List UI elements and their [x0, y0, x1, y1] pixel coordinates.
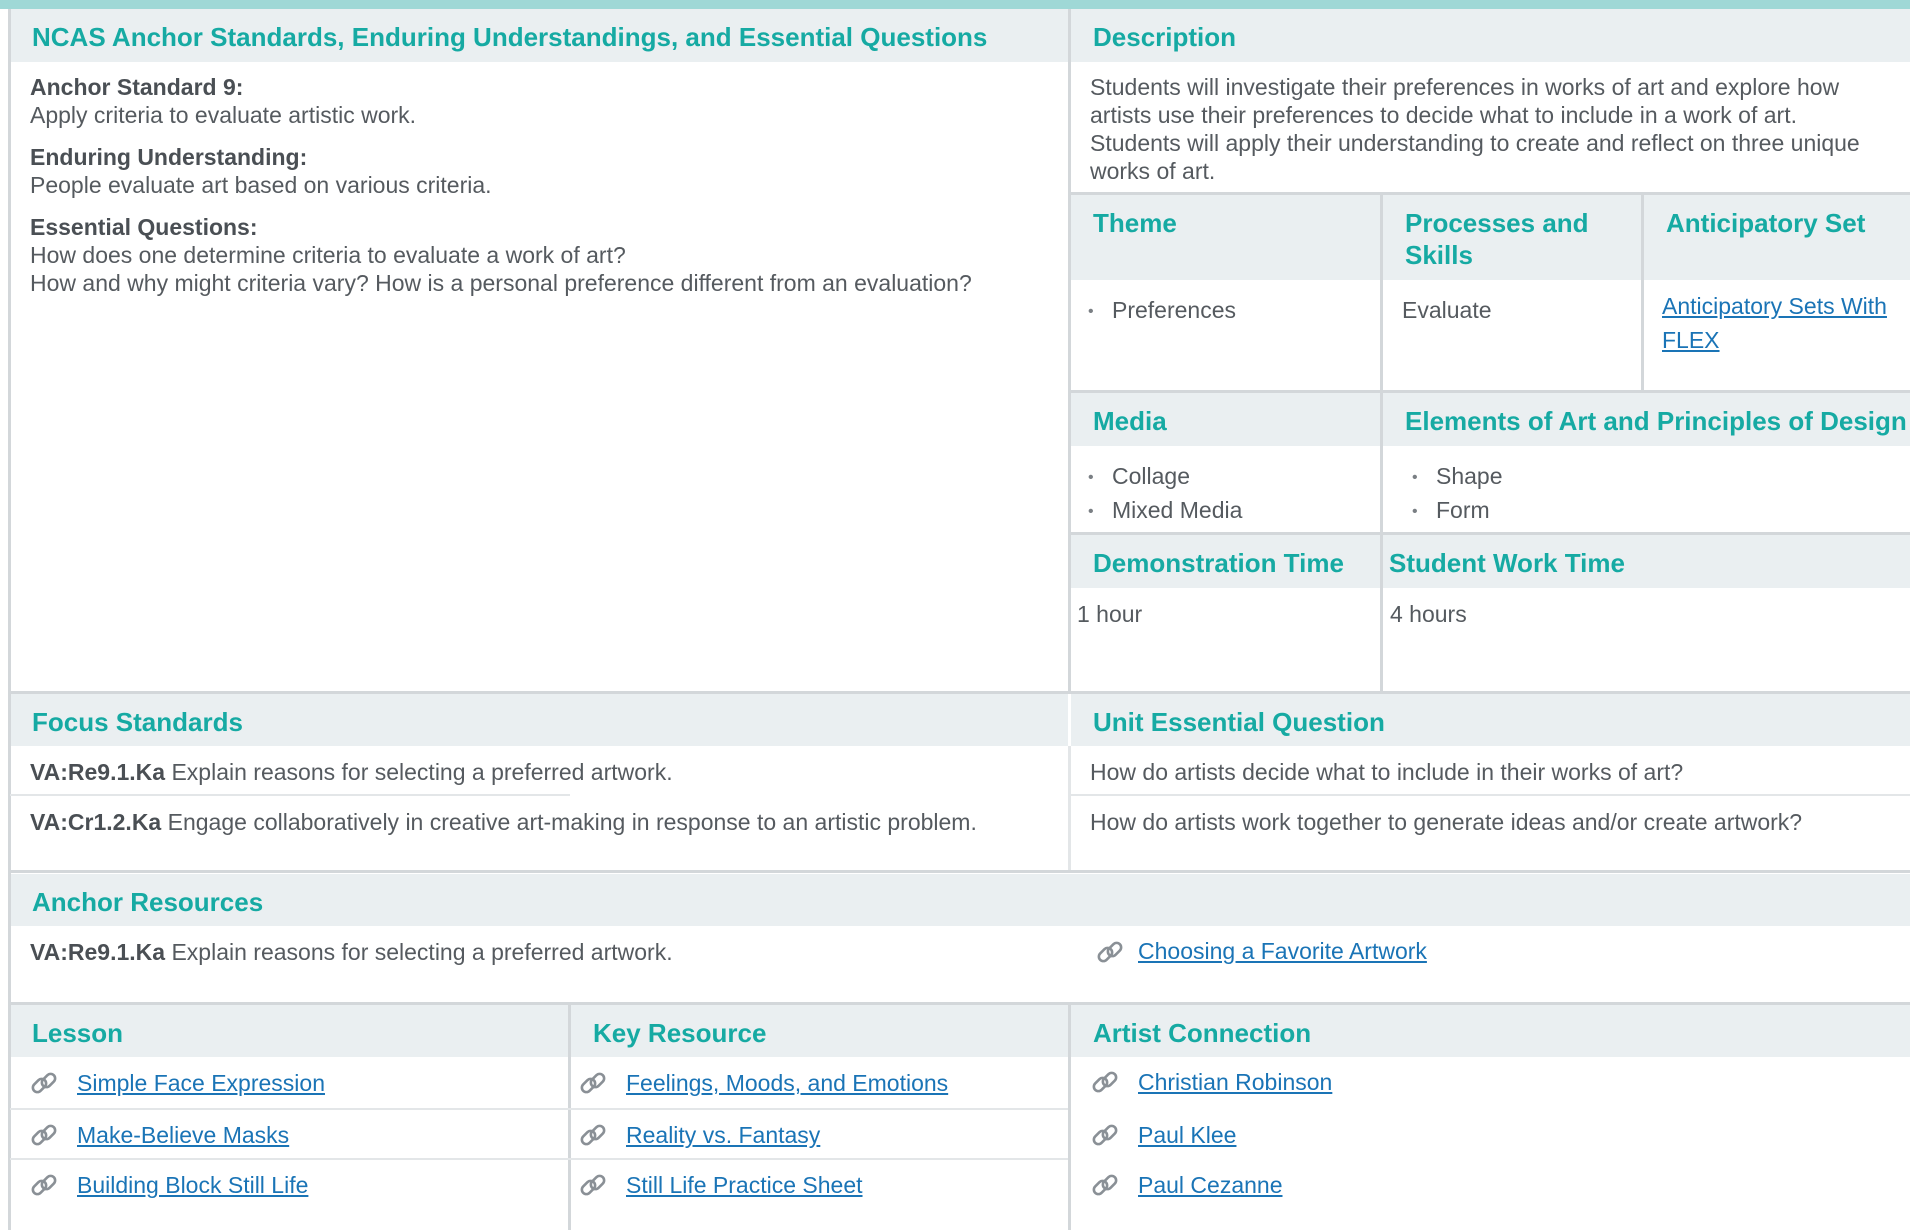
focus-standard-row: VA:Cr1.2.Ka Engage collaboratively in cr… — [30, 809, 977, 835]
artist-link-christian-robinson[interactable]: Christian Robinson — [1138, 1066, 1332, 1098]
column-divider — [1068, 1005, 1071, 1230]
media-item-collage: • Collage — [1088, 463, 1190, 489]
essential-question-2: How and why might criteria vary? How is … — [30, 270, 972, 296]
lesson-header: Lesson — [10, 1005, 568, 1057]
processes-value: Evaluate — [1402, 297, 1492, 323]
processes-header: Processes and Skills — [1383, 195, 1641, 280]
description-line-4: works of art. — [1090, 158, 1216, 184]
row-divider — [1071, 192, 1910, 195]
theme-header: Theme — [1071, 195, 1380, 280]
enduring-understanding-label: Enduring Understanding: — [30, 144, 308, 170]
description-line-1: Students will investigate their preferen… — [1090, 74, 1840, 100]
link-icon — [29, 1068, 59, 1098]
anticipatory-set-link[interactable]: Anticipatory Sets With FLEX — [1662, 289, 1887, 357]
row-divider — [8, 870, 1910, 873]
anchor-resource-standard: VA:Re9.1.Ka Explain reasons for selectin… — [30, 939, 673, 965]
demonstration-time-header: Demonstration Time — [1071, 535, 1380, 588]
column-divider — [1068, 9, 1071, 694]
processes-header-line1: Processes and — [1405, 208, 1589, 238]
anchor-standard-text: Apply criteria to evaluate artistic work… — [30, 102, 417, 128]
key-resource-link-feelings[interactable]: Feelings, Moods, and Emotions — [626, 1067, 948, 1099]
description-header: Description — [1071, 9, 1910, 62]
media-header: Media — [1071, 393, 1380, 446]
row-divider-thin — [10, 1108, 1068, 1110]
anchor-standard-label: Anchor Standard 9: — [30, 74, 244, 100]
lesson-link-building-block-still-life[interactable]: Building Block Still Life — [77, 1169, 308, 1201]
link-icon — [578, 1068, 608, 1098]
key-resource-link-still-life-sheet[interactable]: Still Life Practice Sheet — [626, 1169, 863, 1201]
theme-item: • Preferences — [1088, 297, 1237, 323]
anchor-resources-header: Anchor Resources — [10, 874, 1910, 926]
column-divider — [1641, 195, 1644, 390]
focus-standard-row: VA:Re9.1.Ka Explain reasons for selectin… — [30, 759, 673, 785]
link-icon — [1095, 937, 1125, 967]
key-resource-header: Key Resource — [571, 1005, 1068, 1057]
row-divider-thin — [10, 794, 570, 796]
artist-link-paul-klee[interactable]: Paul Klee — [1138, 1119, 1236, 1151]
row-divider — [1071, 390, 1910, 393]
elements-header: Elements of Art and Principles of Design — [1383, 393, 1910, 446]
artist-connection-header: Artist Connection — [1071, 1005, 1910, 1057]
link-icon — [1090, 1067, 1120, 1097]
column-divider — [568, 1005, 571, 1230]
column-divider — [1068, 746, 1071, 870]
row-divider — [1071, 532, 1910, 535]
elements-item-shape: • Shape — [1412, 463, 1503, 489]
description-line-3: Students will apply their understanding … — [1090, 130, 1860, 156]
row-divider — [8, 691, 1910, 694]
artist-link-paul-cezanne[interactable]: Paul Cezanne — [1138, 1169, 1283, 1201]
student-work-time-value: 4 hours — [1390, 601, 1467, 627]
description-line-2: artists use their preferences to decide … — [1090, 102, 1797, 128]
link-icon — [1090, 1120, 1120, 1150]
ncas-header: NCAS Anchor Standards, Enduring Understa… — [10, 9, 1068, 62]
unit-question-2: How do artists work together to generate… — [1090, 809, 1803, 835]
link-icon — [1090, 1170, 1120, 1200]
link-icon — [578, 1120, 608, 1150]
unit-essential-question-header: Unit Essential Question — [1071, 694, 1910, 746]
essential-question-1: How does one determine criteria to evalu… — [30, 242, 626, 268]
anticipatory-header: Anticipatory Set — [1644, 195, 1910, 280]
essential-questions-label: Essential Questions: — [30, 214, 258, 240]
link-icon — [578, 1170, 608, 1200]
link-icon — [29, 1170, 59, 1200]
row-divider — [8, 1002, 1910, 1005]
processes-header-line2: Skills — [1405, 240, 1473, 270]
demonstration-time-value: 1 hour — [1077, 601, 1143, 627]
lesson-link-make-believe-masks[interactable]: Make-Believe Masks — [77, 1119, 289, 1151]
column-divider — [1380, 195, 1383, 691]
key-resource-link-reality-vs-fantasy[interactable]: Reality vs. Fantasy — [626, 1119, 820, 1151]
top-accent-bar — [0, 0, 1910, 9]
unit-question-1: How do artists decide what to include in… — [1090, 759, 1684, 785]
elements-item-form: • Form — [1412, 497, 1490, 523]
row-divider-thin — [10, 1158, 1068, 1160]
focus-standards-header: Focus Standards — [10, 694, 1068, 746]
lesson-link-simple-face-expression[interactable]: Simple Face Expression — [77, 1067, 325, 1099]
enduring-understanding-text: People evaluate art based on various cri… — [30, 172, 492, 198]
media-item-mixed-media: • Mixed Media — [1088, 497, 1243, 523]
choosing-favorite-artwork-link[interactable]: Choosing a Favorite Artwork — [1138, 935, 1427, 967]
link-icon — [29, 1120, 59, 1150]
row-divider-thin — [1071, 794, 1910, 796]
student-work-time-header: Student Work Time — [1383, 535, 1910, 588]
left-border — [8, 9, 11, 1230]
